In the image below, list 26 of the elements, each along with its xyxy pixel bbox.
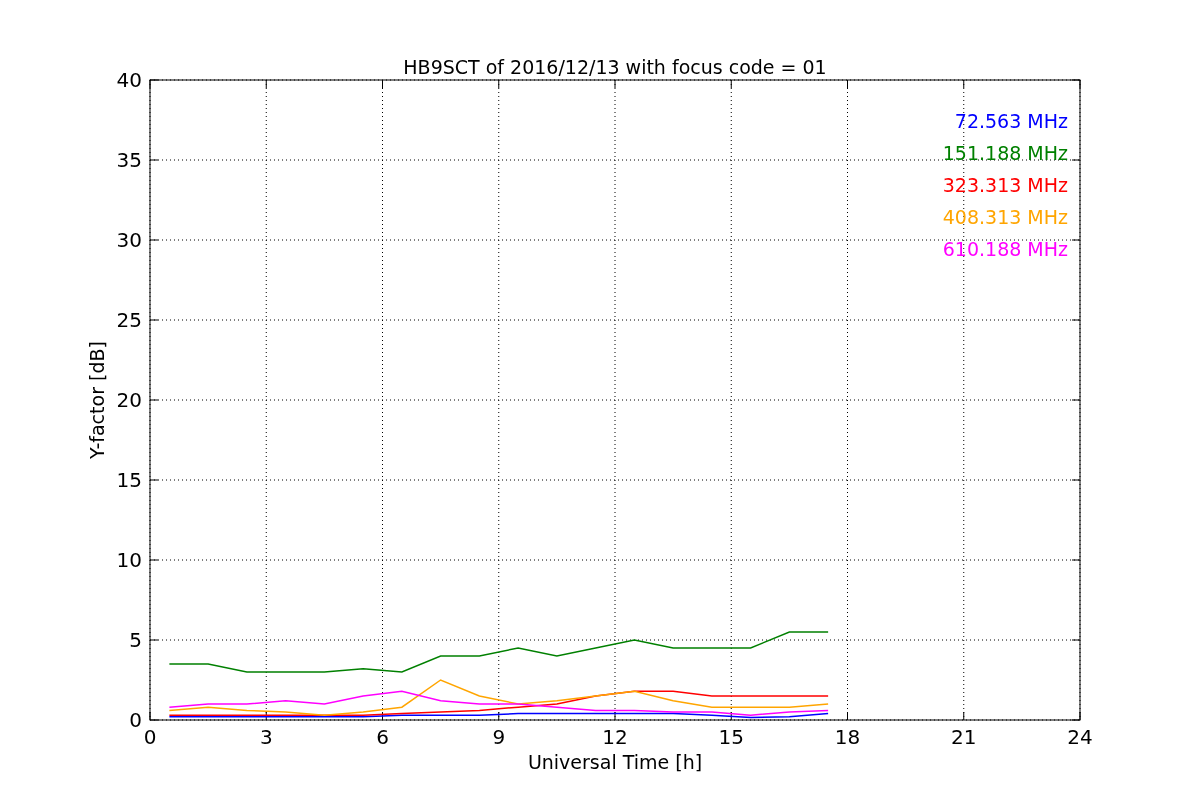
tick-label: 21 [951, 725, 977, 749]
tick-label: 25 [116, 308, 142, 332]
tick-label: 0 [143, 725, 157, 749]
tick-label: 5 [129, 628, 142, 652]
axis-label: Universal Time [h] [527, 751, 703, 773]
tick-label: 0 [129, 708, 142, 732]
tick-label: 15 [116, 468, 142, 492]
tick-label: 24 [1067, 725, 1093, 749]
tick-label: 9 [492, 725, 506, 749]
tick-label: 35 [116, 148, 142, 172]
legend-label: 72.563 MHz [954, 110, 1068, 132]
tick-label: 20 [116, 388, 142, 412]
legend-label: 610.188 MHz [942, 238, 1068, 260]
tick-label: 15 [718, 725, 744, 749]
legend-label: 151.188 MHz [942, 142, 1068, 164]
tick-label: 18 [834, 725, 861, 749]
axis-label: Y-factor [dB] [86, 341, 108, 459]
tick-label: 12 [602, 725, 628, 749]
tick-label: 30 [116, 228, 142, 252]
tick-label: 40 [116, 68, 142, 92]
tick-label: 10 [116, 548, 142, 572]
chart-title: HB9SCT of 2016/12/13 with focus code = 01 [403, 56, 827, 78]
tick-label: 6 [376, 725, 389, 749]
legend-label: 408.313 MHz [942, 206, 1068, 228]
tick-label: 3 [259, 725, 273, 749]
legend-label: 323.313 MHz [942, 174, 1068, 196]
